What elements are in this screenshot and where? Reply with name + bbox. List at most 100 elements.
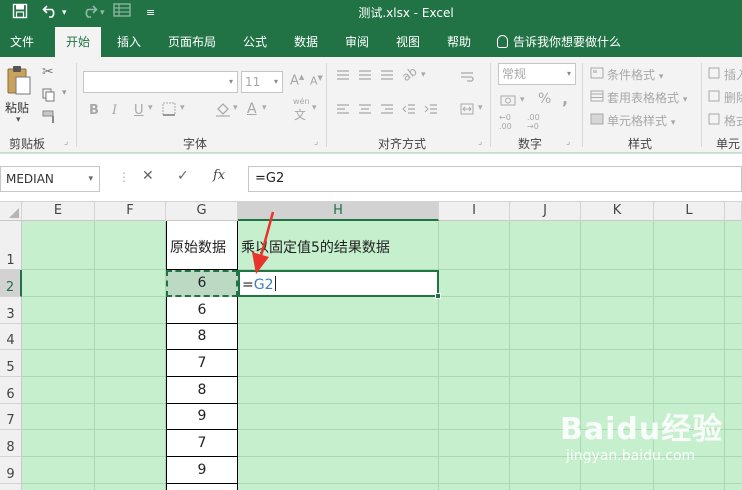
cell-g6[interactable]: 8 (166, 377, 238, 404)
tab-formulas[interactable]: 公式 (243, 27, 267, 57)
name-box-dropdown-icon[interactable]: ▾ (88, 167, 93, 191)
column-header-g[interactable]: G (166, 202, 238, 221)
tab-view[interactable]: 视图 (396, 27, 420, 57)
fill-handle[interactable] (435, 293, 441, 299)
column-header-f[interactable]: F (95, 202, 166, 221)
row-header-1[interactable]: 1 (0, 221, 22, 270)
tab-home[interactable]: 开始 (55, 27, 102, 57)
column-header-e[interactable]: E (22, 202, 95, 221)
insert-cells-button[interactable]: 插入 (724, 66, 742, 83)
cell-g5[interactable]: 7 (166, 350, 238, 377)
tell-me-search[interactable]: 告诉我你想要做什么 (497, 27, 621, 57)
increase-indent-icon[interactable] (424, 103, 438, 118)
column-header-i[interactable]: I (439, 202, 510, 221)
insert-function-button[interactable]: fx (213, 168, 225, 183)
bold-button[interactable]: B (89, 103, 99, 118)
cut-icon[interactable]: ✂ (42, 64, 54, 80)
format-cells-icon[interactable] (708, 113, 720, 128)
row-header-2[interactable]: 2 (0, 270, 22, 297)
format-as-table-icon[interactable] (590, 90, 604, 105)
number-launcher-icon[interactable]: ⌟ (566, 137, 570, 147)
formula-input[interactable]: =G2 (248, 166, 742, 192)
underline-dropdown-icon[interactable]: ▾ (148, 103, 153, 113)
column-header-k[interactable]: K (581, 202, 654, 221)
cell-g8[interactable]: 7 (166, 430, 238, 457)
align-center-icon[interactable] (358, 103, 372, 118)
tab-file[interactable]: 文件 (10, 27, 34, 57)
row-header-10[interactable] (0, 484, 22, 490)
align-right-icon[interactable] (380, 103, 394, 118)
cell-g1[interactable]: 原始数据 (166, 221, 238, 270)
column-header-h[interactable]: H (238, 202, 439, 221)
grow-font-icon[interactable]: A▲ (290, 73, 304, 88)
row-header-4[interactable]: 4 (0, 324, 22, 350)
font-size-box[interactable]: 11 ▾ (241, 71, 283, 93)
font-name-box[interactable]: ▾ (83, 71, 238, 93)
tab-page-layout[interactable]: 页面布局 (168, 27, 216, 57)
phonetic-icon[interactable]: 文 (294, 106, 306, 123)
row-header-9[interactable]: 9 (0, 457, 22, 484)
cell-h1-text[interactable]: 乘以固定值5的结果数据 (241, 237, 390, 257)
cell-g3[interactable]: 6 (166, 297, 238, 324)
row-header-8[interactable]: 8 (0, 430, 22, 457)
cell-g10[interactable] (166, 484, 238, 490)
delete-cells-icon[interactable] (708, 90, 720, 105)
format-painter-icon[interactable] (42, 110, 58, 127)
copy-dropdown-icon[interactable]: ▾ (62, 88, 67, 98)
paste-dropdown-icon[interactable]: ▾ (16, 115, 21, 125)
decrease-indent-icon[interactable] (402, 103, 416, 118)
font-color-icon[interactable]: A (247, 101, 257, 117)
name-box[interactable]: MEDIAN ▾ (0, 166, 100, 192)
clipboard-launcher-icon[interactable]: ⌟ (64, 137, 68, 147)
underline-button[interactable]: U (134, 103, 144, 118)
cell-styles-icon[interactable] (590, 113, 604, 128)
fill-color-icon[interactable] (215, 101, 231, 120)
decrease-decimal-icon[interactable]: .00 →0 (527, 113, 540, 131)
row-header-6[interactable]: 6 (0, 377, 22, 404)
shrink-font-icon[interactable]: A▼ (310, 74, 323, 88)
tab-help[interactable]: 帮助 (447, 27, 471, 57)
cell-g4[interactable]: 8 (166, 324, 238, 350)
font-launcher-icon[interactable]: ⌟ (314, 137, 318, 147)
merge-center-icon[interactable] (460, 103, 474, 118)
format-as-table-button[interactable]: 套用表格格式 ▾ (607, 89, 687, 106)
currency-dropdown-icon[interactable]: ▾ (520, 95, 525, 105)
align-top-icon[interactable] (336, 69, 350, 84)
cancel-entry-button[interactable]: ✕ (142, 168, 154, 184)
merge-dropdown-icon[interactable]: ▾ (478, 103, 483, 113)
alignment-launcher-icon[interactable]: ⌟ (478, 137, 482, 147)
paste-button[interactable]: 粘贴 (5, 99, 29, 116)
font-dropdown-icon[interactable]: ▾ (229, 72, 233, 92)
increase-decimal-icon[interactable]: ←0.00 (499, 113, 512, 131)
cell-g7[interactable]: 9 (166, 404, 238, 430)
column-header-m[interactable] (725, 202, 742, 221)
tab-data[interactable]: 数据 (294, 27, 318, 57)
format-cells-button[interactable]: 格式 (724, 112, 742, 129)
align-left-icon[interactable] (336, 103, 350, 118)
column-header-j[interactable]: J (510, 202, 581, 221)
borders-icon[interactable] (162, 102, 176, 119)
conditional-format-button[interactable]: 条件格式 ▾ (607, 66, 663, 83)
cell-styles-button[interactable]: 单元格样式 ▾ (607, 112, 675, 129)
conditional-format-icon[interactable] (590, 67, 604, 82)
wrap-text-icon[interactable] (460, 71, 474, 86)
orientation-icon[interactable]: ab (399, 64, 419, 84)
copy-icon[interactable] (42, 88, 56, 105)
insert-cells-icon[interactable] (708, 67, 720, 82)
confirm-entry-button[interactable]: ✓ (177, 168, 189, 184)
cell-h2-active[interactable]: =G2 (238, 270, 441, 299)
size-dropdown-icon[interactable]: ▾ (274, 72, 278, 92)
row-header-5[interactable]: 5 (0, 350, 22, 377)
phonetic-dropdown-icon[interactable]: ▾ (312, 103, 317, 113)
row-header-7[interactable]: 7 (0, 404, 22, 430)
fill-dropdown-icon[interactable]: ▾ (233, 103, 238, 113)
align-middle-icon[interactable] (358, 69, 372, 84)
italic-button[interactable]: I (112, 103, 117, 118)
font-color-dropdown-icon[interactable]: ▾ (262, 103, 267, 113)
delete-cells-button[interactable]: 删除 (724, 89, 742, 106)
cell-g9[interactable]: 9 (166, 457, 238, 484)
borders-dropdown-icon[interactable]: ▾ (180, 103, 185, 113)
number-format-dropdown-icon[interactable]: ▾ (567, 64, 571, 84)
align-bottom-icon[interactable] (380, 69, 394, 84)
select-all-corner[interactable] (0, 202, 22, 221)
